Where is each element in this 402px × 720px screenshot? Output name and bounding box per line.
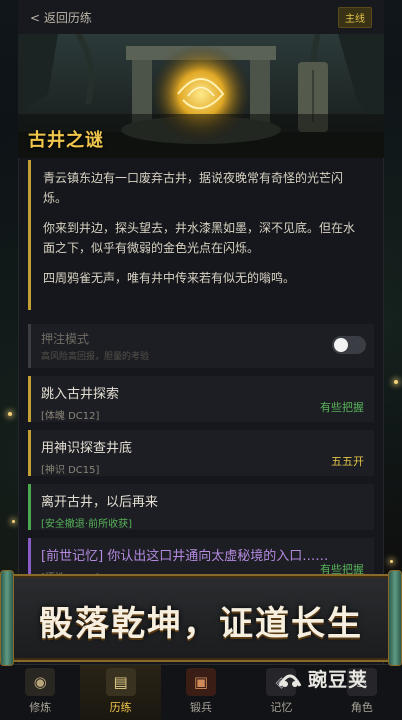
nav-item-forge[interactable]: ▣ 锻兵	[161, 665, 241, 720]
bet-mode-toggle[interactable]	[332, 336, 366, 354]
choice-leave-well[interactable]: 离开古井，以后再来 [安全撤退·前所收获]	[28, 484, 374, 530]
back-label: < 返回历练	[30, 10, 92, 25]
bet-mode-subtitle: 高风险高回报，胆量的考验	[41, 352, 150, 362]
choice-odds: 五五开	[331, 455, 364, 468]
nav-label: 锻兵	[190, 701, 213, 714]
back-button[interactable]: < 返回历练	[30, 9, 92, 26]
firefly-spark	[8, 412, 12, 416]
nav-label: 历练	[109, 701, 132, 714]
wandoujia-watermark: 豌豆荚	[276, 664, 368, 692]
scene-title: 古井之谜	[28, 130, 104, 151]
journey-icon: ▤	[105, 668, 136, 696]
main-quest-tag: 主线	[338, 6, 372, 28]
choice-label: 跳入古井探索	[41, 387, 120, 402]
story-paragraph: 你来到井边，探头望去，井水漆黑如墨，深不见底。但在水面之下，似乎有微弱的金色光点…	[43, 221, 356, 255]
choice-probe-with-spirit[interactable]: 用神识探查井底 [神识 DC15] 五五开	[28, 430, 374, 476]
nav-item-journey[interactable]: ▤ 历练	[80, 665, 161, 720]
watermark-text: 豌豆荚	[307, 668, 368, 691]
nav-item-cultivate[interactable]: ◉ 修炼	[0, 665, 80, 720]
promo-scroll-banner: 骰落乾坤，证道长生	[0, 570, 402, 666]
choice-check: [安全撤退·前所收获]	[41, 519, 132, 530]
promo-slogan: 骰落乾坤，证道长生	[39, 604, 363, 644]
wandoujia-logo-icon	[278, 674, 302, 687]
choice-label: 用神识探查井底	[41, 441, 133, 456]
story-text: 青云镇东边有一口废弃古井，据说夜晚常有奇怪的光芒闪烁。 你来到井边，探头望去，井…	[28, 160, 374, 310]
firefly-spark	[394, 380, 398, 384]
choice-odds: 有些把握	[320, 401, 364, 414]
choice-jump-into-well[interactable]: 跳入古井探索 [体魄 DC12] 有些把握	[28, 376, 374, 422]
firefly-spark	[12, 520, 15, 523]
nav-label: 修炼	[29, 701, 52, 714]
top-bar: < 返回历练 主线	[18, 0, 384, 34]
forge-icon: ▣	[186, 668, 217, 696]
choice-check: [体魄 DC12]	[41, 411, 100, 422]
story-paragraph: 四周鸦雀无声，唯有井中传来若有似无的嗡鸣。	[43, 271, 296, 285]
bet-mode-row: 押注模式 高风险高回报，胆量的考验	[28, 324, 374, 368]
firefly-spark	[390, 560, 393, 563]
choice-label: [前世记忆] 你认出这口井通向太虚秘境的入口……	[41, 549, 329, 564]
choice-check: [神识 DC15]	[41, 465, 100, 476]
story-paragraph: 青云镇东边有一口废弃古井，据说夜晚常有奇怪的光芒闪烁。	[43, 171, 344, 205]
nav-label: 记忆	[270, 701, 293, 714]
cultivate-icon: ◉	[25, 668, 56, 696]
nav-label: 角色	[350, 701, 373, 714]
toggle-knob	[334, 338, 348, 352]
bet-mode-title: 押注模式	[41, 332, 90, 346]
choice-label: 离开古井，以后再来	[41, 495, 159, 510]
scene-banner: 古井之谜	[18, 34, 384, 158]
